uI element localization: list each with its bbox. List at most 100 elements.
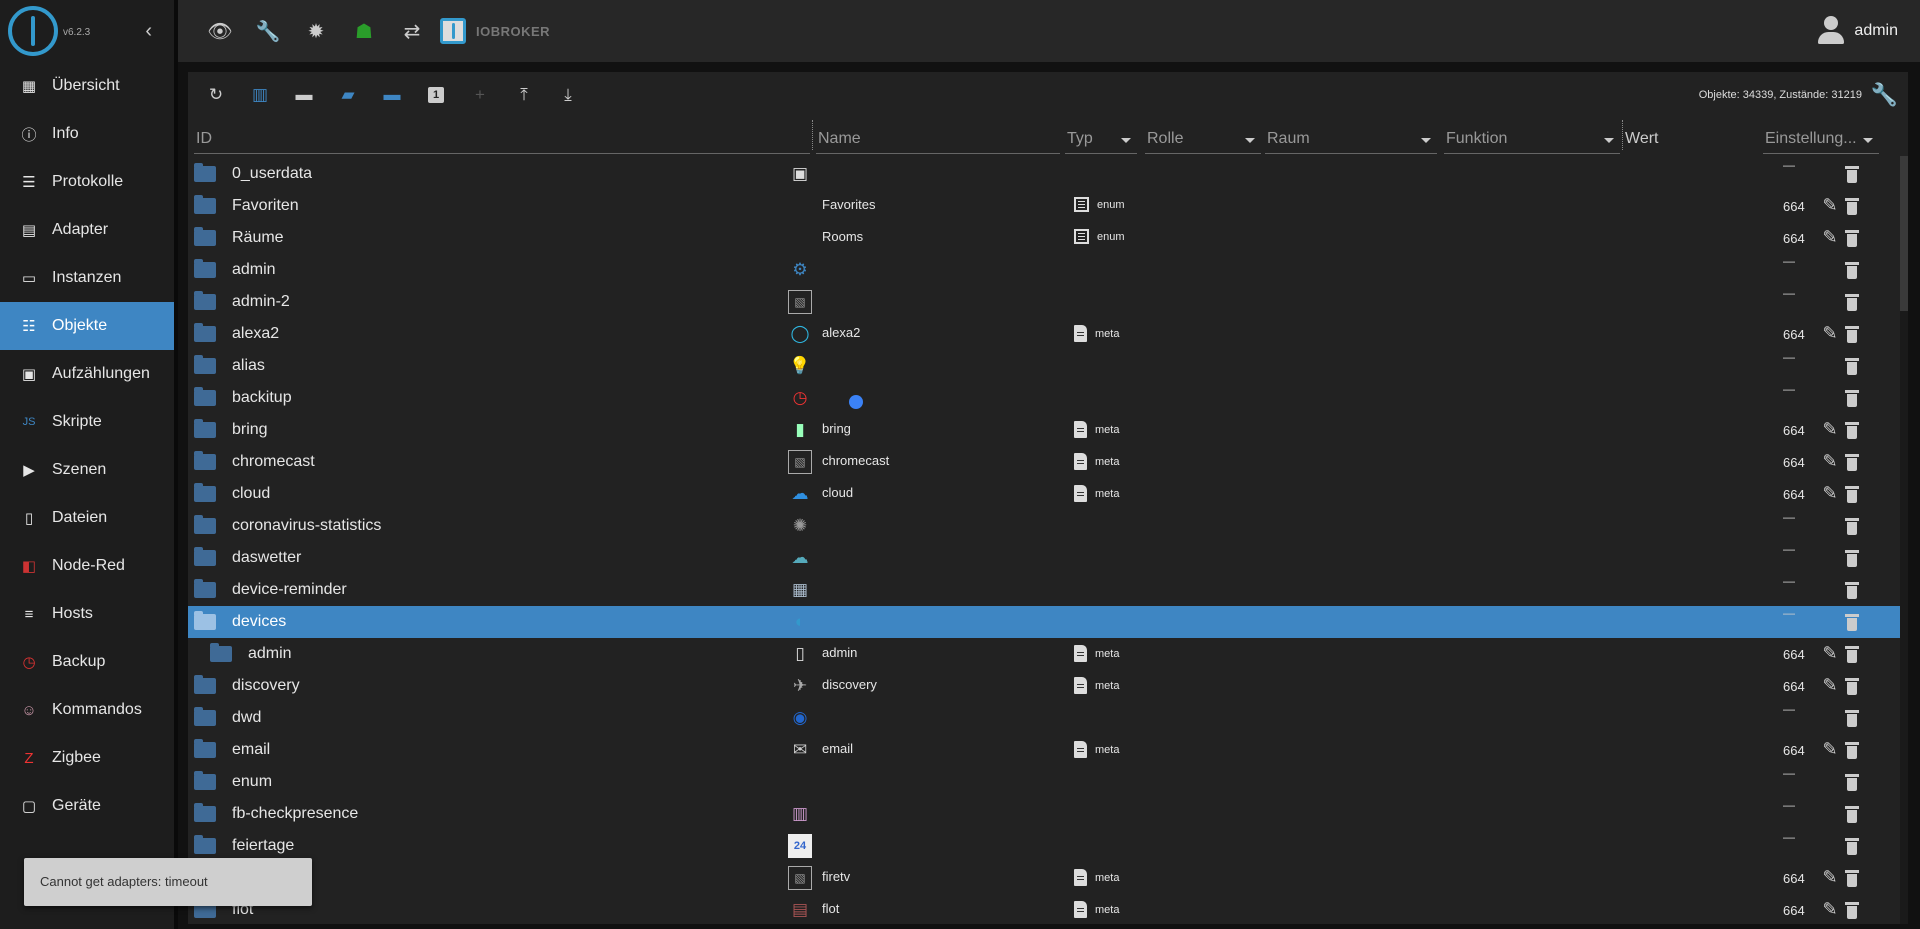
table-row[interactable]: feiertage 24 — [188,830,1908,862]
iobroker-logo-icon[interactable] [8,6,58,56]
folder-icon[interactable] [210,643,232,662]
table-row[interactable]: backitup ◷ — [188,382,1908,414]
sidebar-item-backup[interactable]: ◷ Backup [0,638,174,686]
wrench-icon[interactable]: 🔧 [244,7,292,55]
delete-icon[interactable] [1845,678,1859,695]
table-row[interactable]: coronavirus-statistics ✺ — [188,510,1908,542]
row-acl[interactable]: 664 [1783,647,1805,662]
collapse-sidebar-icon[interactable]: ‹ [145,20,152,43]
delete-icon[interactable] [1845,454,1859,471]
sidebar-item-kommandos[interactable]: ☺ Kommandos [0,686,174,734]
edit-icon[interactable]: ✎ [1820,227,1840,247]
delete-icon[interactable] [1845,358,1859,375]
delete-icon[interactable] [1845,230,1859,247]
edit-icon[interactable]: ✎ [1820,419,1840,439]
sidebar-item-node-red[interactable]: ◧ Node-Red [0,542,174,590]
role-filter[interactable]: Rolle [1145,126,1261,154]
delete-icon[interactable] [1845,582,1859,599]
row-acl[interactable]: 664 [1783,743,1805,758]
table-row[interactable]: dwd ◉ — [188,702,1908,734]
sync-icon[interactable]: ⇄ [388,7,436,55]
table-row[interactable]: bring ▮ bring meta 664 ✎ [188,414,1908,446]
folder-icon[interactable] [194,707,216,726]
table-row[interactable]: admin ▯ admin meta 664 ✎ [188,638,1908,670]
sidebar-item-geräte[interactable]: ▢ Geräte [0,782,174,830]
type-filter[interactable]: Typ [1065,126,1137,154]
folder-icon[interactable] [194,835,216,854]
delete-icon[interactable] [1845,294,1859,311]
sidebar-item-zigbee[interactable]: Z Zigbee [0,734,174,782]
sidebar-item-objekte[interactable]: ☷ Objekte [0,302,174,350]
table-row[interactable]: cloud ☁ cloud meta 664 ✎ [188,478,1908,510]
delete-icon[interactable] [1845,262,1859,279]
folder-icon[interactable] [194,195,216,214]
table-row[interactable]: email ✉ email meta 664 ✎ [188,734,1908,766]
delete-icon[interactable] [1845,550,1859,567]
table-row[interactable]: firetv▧firetvmeta664✎ [188,862,1908,894]
expert-mode-icon[interactable]: ☗ [340,7,388,55]
table-row[interactable]: 0_userdata ▣ — [188,158,1908,190]
edit-icon[interactable]: ✎ [1820,451,1840,471]
delete-icon[interactable] [1845,902,1859,919]
table-row[interactable]: enum — [188,766,1908,798]
delete-icon[interactable] [1845,326,1859,343]
delete-icon[interactable] [1845,390,1859,407]
edit-icon[interactable]: ✎ [1820,195,1840,215]
folder-icon[interactable] [194,483,216,502]
settings-filter[interactable]: Einstellung... [1763,126,1879,154]
row-acl[interactable]: 664 [1783,199,1805,214]
delete-icon[interactable] [1845,742,1859,759]
function-filter[interactable]: Funktion [1444,126,1620,154]
name-filter[interactable]: Name [816,126,1060,154]
table-row[interactable]: Favoriten Favorites enum 664 ✎ [188,190,1908,222]
folder-icon[interactable] [194,451,216,470]
row-acl[interactable]: 664 [1783,679,1805,694]
edit-icon[interactable]: ✎ [1820,323,1840,343]
row-acl[interactable]: 664 [1783,903,1805,918]
edit-icon[interactable]: ✎ [1820,483,1840,503]
folder-icon[interactable] [194,771,216,790]
sidebar-item-skripte[interactable]: JS Skripte [0,398,174,446]
folder-icon[interactable] [194,355,216,374]
delete-icon[interactable] [1845,870,1859,887]
row-acl[interactable]: 664 [1783,231,1805,246]
id-filter[interactable]: ID [194,126,810,154]
expand-level-icon[interactable]: 1 [414,75,458,115]
add-object-icon[interactable]: + [458,75,502,115]
table-row[interactable]: device-reminder ▦ — [188,574,1908,606]
settings-wrench-icon[interactable]: 🔧 [1871,82,1898,108]
sidebar-item-hosts[interactable]: ≡ Hosts [0,590,174,638]
table-row[interactable]: flot ▤ flot meta 664 ✎ [188,894,1908,924]
delete-icon[interactable] [1845,774,1859,791]
delete-icon[interactable] [1845,198,1859,215]
room-filter[interactable]: Raum [1265,126,1437,154]
edit-icon[interactable]: ✎ [1820,675,1840,695]
delete-icon[interactable] [1845,486,1859,503]
delete-icon[interactable] [1845,614,1859,631]
sidebar-item-adapter[interactable]: ▤ Adapter [0,206,174,254]
scrollbar[interactable] [1900,156,1908,924]
edit-icon[interactable]: ✎ [1820,899,1840,919]
table-row[interactable]: alexa2 ◯ alexa2 meta 664 ✎ [188,318,1908,350]
sidebar-item-instanzen[interactable]: ▭ Instanzen [0,254,174,302]
delete-icon[interactable] [1845,838,1859,855]
row-acl[interactable]: 664 [1783,487,1805,502]
sidebar-item-aufzählungen[interactable]: ▣ Aufzählungen [0,350,174,398]
table-row[interactable]: fb-checkpresence ▥ — [188,798,1908,830]
row-acl[interactable]: 664 [1783,327,1805,342]
delete-icon[interactable] [1845,646,1859,663]
sidebar-item-protokolle[interactable]: ☰ Protokolle [0,158,174,206]
folder-icon[interactable] [194,515,216,534]
table-row[interactable]: devices ◐ — [188,606,1908,638]
delete-icon[interactable] [1845,518,1859,535]
folder-closed-icon[interactable]: ▬ [370,75,414,115]
row-acl[interactable]: 664 [1783,871,1805,886]
sidebar-item-info[interactable]: ⓘ Info [0,110,174,158]
folder-icon[interactable] [194,675,216,694]
user-menu[interactable]: admin [1816,16,1898,46]
folder-icon[interactable] [194,291,216,310]
table-row[interactable]: discovery ✈ discovery meta 664 ✎ [188,670,1908,702]
edit-icon[interactable]: ✎ [1820,867,1840,887]
edit-icon[interactable]: ✎ [1820,739,1840,759]
edit-icon[interactable]: ✎ [1820,643,1840,663]
